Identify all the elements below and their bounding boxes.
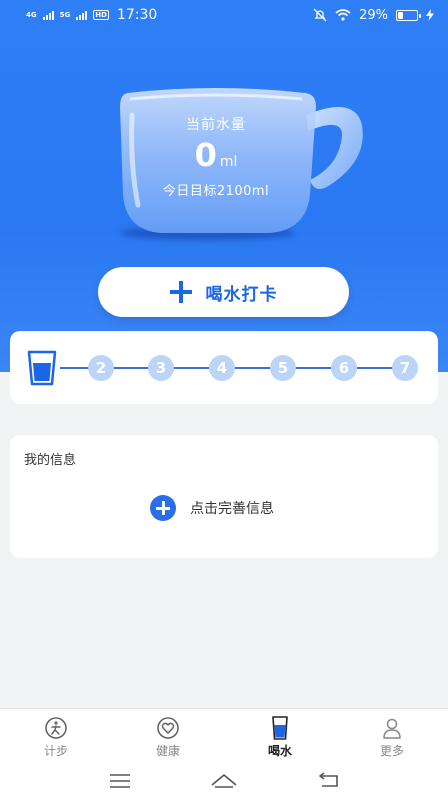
step-3: 3 <box>148 355 174 381</box>
current-water-value: 0 <box>194 136 217 174</box>
signal-icon <box>76 10 88 20</box>
hd-badge: HD <box>93 10 109 20</box>
tab-more[interactable]: 更多 <box>336 709 448 763</box>
tab-label: 喝水 <box>267 744 292 758</box>
charging-icon <box>426 9 434 21</box>
current-water-amount: 0 ml <box>126 136 306 174</box>
water-cup-icon <box>272 716 288 740</box>
my-info-card: 我的信息 点击完善信息 <box>10 435 438 558</box>
mute-icon <box>313 8 327 22</box>
complete-info-button[interactable]: 点击完善信息 <box>150 495 274 521</box>
bottom-tab-bar: 计步 健康 喝水 更多 <box>0 708 448 763</box>
tab-steps[interactable]: 计步 <box>0 709 112 763</box>
step-5: 5 <box>270 355 296 381</box>
wifi-icon <box>335 9 351 21</box>
cup-step-icon <box>27 350 57 386</box>
signal-icon <box>42 10 54 20</box>
network-4g-label: 4G <box>26 11 37 19</box>
clock: 17:30 <box>116 7 158 23</box>
system-nav-bar <box>0 763 448 799</box>
checkin-label: 喝水打卡 <box>205 284 278 305</box>
heart-icon <box>157 717 179 739</box>
drink-checkin-button[interactable]: 喝水打卡 <box>98 267 349 317</box>
person-icon <box>383 718 401 739</box>
step-2: 2 <box>88 355 114 381</box>
back-icon[interactable] <box>316 772 340 790</box>
step-6: 6 <box>331 355 357 381</box>
network-5g-label: 5G <box>59 11 71 19</box>
status-bar: 4G 5G HD 17:30 29% <box>0 0 448 30</box>
tab-label: 计步 <box>43 744 68 758</box>
current-water-unit: ml <box>219 154 238 170</box>
step-4: 4 <box>209 355 235 381</box>
step-7: 7 <box>392 355 418 381</box>
add-circle-icon <box>150 495 176 521</box>
my-info-title: 我的信息 <box>24 453 77 468</box>
current-water-label: 当前水量 <box>186 117 246 133</box>
battery-icon <box>396 9 421 21</box>
menu-icon[interactable] <box>108 773 132 789</box>
plus-icon <box>169 281 192 303</box>
battery-percent: 29% <box>359 7 388 23</box>
drink-progress-card: 2 3 4 5 6 7 <box>10 331 438 404</box>
complete-info-label: 点击完善信息 <box>190 501 274 517</box>
home-icon[interactable] <box>209 772 239 790</box>
tab-label: 健康 <box>155 744 180 758</box>
daily-target: 今日目标2100ml <box>162 184 270 199</box>
tab-water[interactable]: 喝水 <box>224 709 336 763</box>
tab-label: 更多 <box>379 744 404 758</box>
tab-health[interactable]: 健康 <box>112 709 224 763</box>
walk-icon <box>45 717 67 739</box>
